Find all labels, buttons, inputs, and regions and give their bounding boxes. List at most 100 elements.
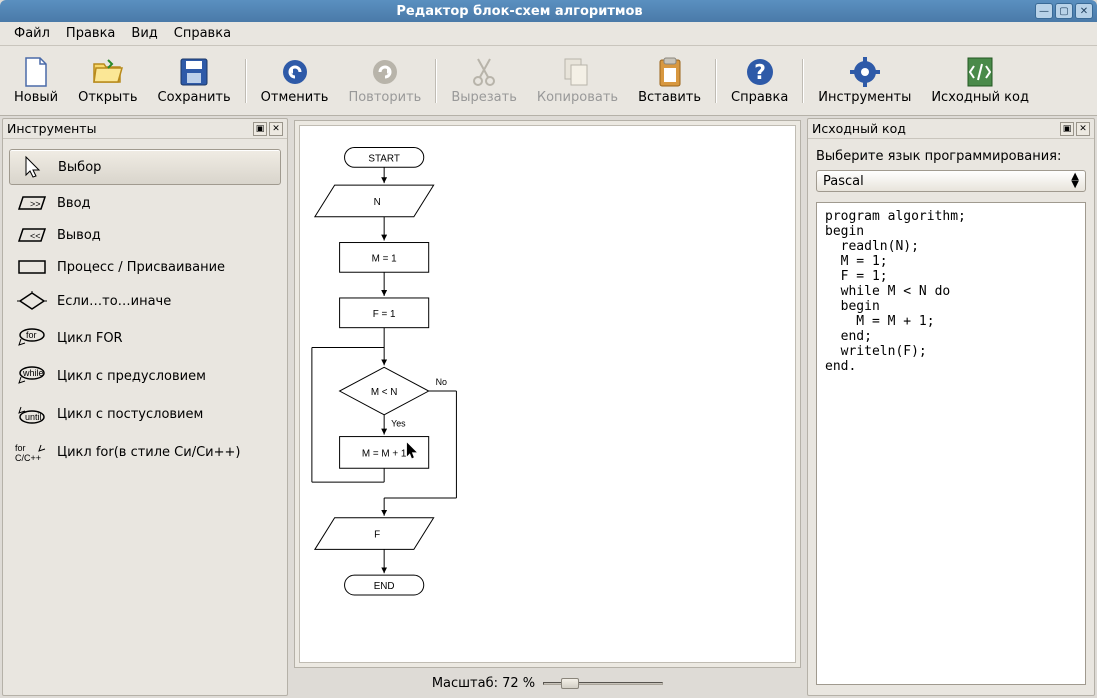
- toolbar-separator: [715, 59, 717, 103]
- panel-close-icon[interactable]: ✕: [1076, 122, 1090, 136]
- open-label: Открыть: [78, 90, 137, 105]
- copy-label: Копировать: [537, 90, 618, 105]
- minimize-button[interactable]: —: [1035, 3, 1053, 19]
- svg-text:C/C++: C/C++: [15, 453, 41, 463]
- until-loop-icon: until: [15, 403, 49, 425]
- open-button[interactable]: Открыть: [68, 52, 147, 109]
- cut-icon: [468, 56, 500, 88]
- svg-text:<<: <<: [30, 231, 41, 241]
- tool-output-label: Вывод: [57, 228, 101, 243]
- diamond-icon: [15, 291, 49, 311]
- svg-text:for: for: [15, 443, 26, 453]
- new-button[interactable]: Новый: [4, 52, 68, 109]
- tool-while[interactable]: while Цикл с предусловием: [9, 359, 281, 393]
- tool-until-label: Цикл с постусловием: [57, 407, 203, 422]
- close-button[interactable]: ✕: [1075, 3, 1093, 19]
- help-label: Справка: [731, 90, 788, 105]
- tool-select[interactable]: Выбор: [9, 149, 281, 185]
- zoom-bar: Масштаб: 72 %: [292, 670, 803, 696]
- flowchart-canvas[interactable]: START N M = 1 F = 1: [299, 125, 796, 663]
- zoom-label: Масштаб: 72 %: [432, 676, 535, 691]
- toolbar-separator: [435, 59, 437, 103]
- tools-button[interactable]: Инструменты: [808, 52, 921, 109]
- save-button[interactable]: Сохранить: [148, 52, 241, 109]
- language-select-value: Pascal: [823, 174, 1071, 189]
- help-button[interactable]: ? Справка: [721, 52, 798, 109]
- menu-help[interactable]: Справка: [166, 24, 239, 43]
- tool-cfor[interactable]: forC/C++ Цикл for(в стиле Си/Си++): [9, 435, 281, 469]
- copy-button[interactable]: Копировать: [527, 52, 628, 109]
- svg-text:M = M + 1: M = M + 1: [362, 448, 407, 459]
- tool-while-label: Цикл с предусловием: [57, 369, 206, 384]
- tool-output[interactable]: << Вывод: [9, 221, 281, 249]
- menu-view[interactable]: Вид: [123, 24, 165, 43]
- paste-icon: [654, 56, 686, 88]
- language-select-label: Выберите язык программирования:: [816, 149, 1086, 164]
- chevron-updown-icon: ▲▼: [1071, 173, 1079, 189]
- tools-panel-title: Инструменты: [7, 121, 251, 136]
- cut-button[interactable]: Вырезать: [441, 52, 527, 109]
- svg-text:END: END: [374, 581, 395, 592]
- redo-button[interactable]: Повторить: [338, 52, 431, 109]
- svg-text:?: ?: [754, 60, 766, 84]
- source-code[interactable]: program algorithm; begin readln(N); M = …: [816, 202, 1086, 685]
- panel-min-icon[interactable]: ▣: [253, 122, 267, 136]
- panel-min-icon[interactable]: ▣: [1060, 122, 1074, 136]
- paste-button[interactable]: Вставить: [628, 52, 711, 109]
- while-loop-icon: while: [15, 365, 49, 387]
- zoom-slider[interactable]: [543, 678, 663, 688]
- source-label: Исходный код: [931, 90, 1029, 105]
- tool-process[interactable]: Процесс / Присваивание: [9, 253, 281, 281]
- rect-icon: [15, 259, 49, 275]
- copy-icon: [561, 56, 593, 88]
- titlebar: Редактор блок-схем алгоритмов — ▢ ✕: [0, 0, 1097, 22]
- svg-text:N: N: [374, 197, 381, 208]
- parallelogram-out-icon: <<: [15, 227, 49, 243]
- tool-process-label: Процесс / Присваивание: [57, 260, 225, 275]
- svg-text:while: while: [22, 368, 44, 378]
- tool-input-label: Ввод: [57, 196, 91, 211]
- canvas-area: START N M = 1 F = 1: [292, 118, 803, 696]
- source-panel-title: Исходный код: [812, 121, 1058, 136]
- menu-edit[interactable]: Правка: [58, 24, 123, 43]
- tools-label: Инструменты: [818, 90, 911, 105]
- tool-cfor-label: Цикл for(в стиле Си/Си++): [57, 445, 240, 460]
- tool-if-label: Если…то…иначе: [57, 294, 171, 309]
- svg-text:F = 1: F = 1: [373, 309, 396, 320]
- source-panel: Исходный код ▣ ✕ Выберите язык программи…: [807, 118, 1095, 696]
- cursor-icon: [16, 155, 50, 179]
- tool-for[interactable]: for Цикл FOR: [9, 321, 281, 355]
- maximize-button[interactable]: ▢: [1055, 3, 1073, 19]
- new-label: Новый: [14, 90, 58, 105]
- folder-open-icon: [92, 56, 124, 88]
- menu-file[interactable]: Файл: [6, 24, 58, 43]
- panel-close-icon[interactable]: ✕: [269, 122, 283, 136]
- redo-icon: [369, 56, 401, 88]
- svg-text:Yes: Yes: [391, 419, 406, 429]
- svg-text:No: No: [436, 377, 447, 387]
- for-loop-icon: for: [15, 327, 49, 349]
- menubar: Файл Правка Вид Справка: [0, 22, 1097, 46]
- toolbar-separator: [802, 59, 804, 103]
- undo-icon: [279, 56, 311, 88]
- window-title: Редактор блок-схем алгоритмов: [4, 4, 1035, 19]
- undo-button[interactable]: Отменить: [251, 52, 339, 109]
- help-icon: ?: [744, 56, 776, 88]
- paste-label: Вставить: [638, 90, 701, 105]
- cfor-icon: forC/C++: [15, 441, 49, 463]
- document-icon: [20, 56, 52, 88]
- parallelogram-in-icon: >>: [15, 195, 49, 211]
- language-select[interactable]: Pascal ▲▼: [816, 170, 1086, 192]
- source-icon: [964, 56, 996, 88]
- save-icon: [178, 56, 210, 88]
- gear-icon: [849, 56, 881, 88]
- tool-for-label: Цикл FOR: [57, 331, 123, 346]
- tool-input[interactable]: >> Ввод: [9, 189, 281, 217]
- svg-text:M = 1: M = 1: [372, 253, 397, 264]
- source-button[interactable]: Исходный код: [921, 52, 1039, 109]
- svg-text:M < N: M < N: [371, 387, 398, 398]
- tool-until[interactable]: until Цикл с постусловием: [9, 397, 281, 431]
- tool-if[interactable]: Если…то…иначе: [9, 285, 281, 317]
- toolbar: Новый Открыть Сохранить Отменить Повтори…: [0, 46, 1097, 116]
- toolbar-separator: [245, 59, 247, 103]
